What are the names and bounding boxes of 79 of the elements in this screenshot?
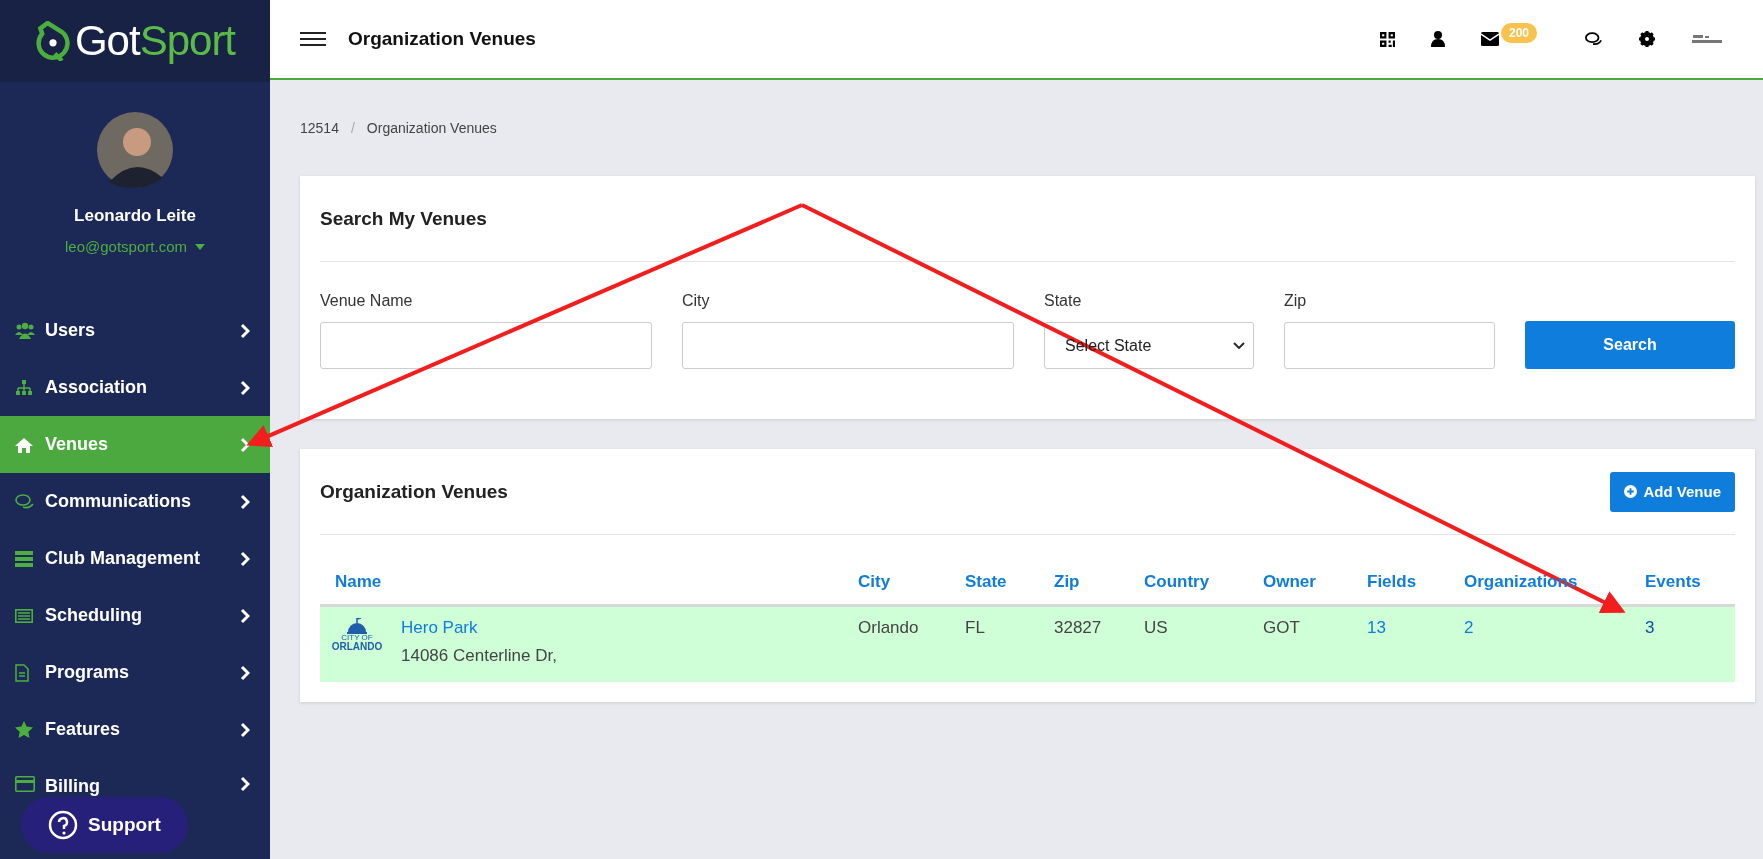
- sidebar-item[interactable]: Club Management: [0, 530, 270, 587]
- field-label: State: [1044, 292, 1083, 310]
- card-title: Organization Venues: [320, 479, 508, 504]
- chevron-right-icon: [240, 322, 250, 339]
- chevron-right-icon: [240, 607, 250, 624]
- caret-icon: [194, 243, 205, 250]
- chevron-right-icon: [240, 664, 250, 681]
- table-row[interactable]: CITY OF ORLANDO Hero Park 14086 Centerline Dr, Orlando FL 32827 US GOT 13 2 3: [320, 607, 1735, 682]
- table-cell-text: GOT: [1263, 618, 1301, 639]
- user-email-dropdown[interactable]: leo@gotsport.com: [65, 238, 205, 255]
- users-icon: [15, 321, 35, 340]
- sidebar-item[interactable]: Billing: [0, 758, 270, 797]
- sidebar-item[interactable]: Users: [0, 302, 270, 359]
- chevron-right-icon: [240, 379, 250, 396]
- events-link[interactable]: 3: [1645, 618, 1735, 682]
- chat-icon[interactable]: [1585, 31, 1603, 47]
- list-icon: [15, 608, 33, 623]
- caret-icon: [1233, 341, 1245, 350]
- user-icon[interactable]: [1430, 31, 1445, 47]
- field-label: Venue Name: [320, 292, 414, 310]
- input-field[interactable]: [320, 322, 652, 369]
- mail-icon[interactable]: [1480, 32, 1499, 46]
- breadcrumb-separator: /: [350, 120, 355, 136]
- breadcrumb-current: Organization Venues: [366, 120, 497, 136]
- sidebar-item[interactable]: Venues: [0, 416, 270, 473]
- sidebar-item[interactable]: Association: [0, 359, 270, 416]
- chat-icon: [15, 492, 35, 511]
- hierarchy-icon: [15, 379, 33, 396]
- chevron-right-icon: [240, 436, 250, 453]
- card-title: Search My Venues: [320, 206, 488, 231]
- column-header[interactable]: Owner: [1263, 572, 1367, 592]
- plus-circle-icon: [1624, 485, 1638, 498]
- support-button[interactable]: Support: [21, 797, 188, 853]
- user-name: Leonardo Leite: [74, 206, 196, 226]
- document-icon: [15, 663, 29, 682]
- brand-logo-icon: [34, 21, 71, 61]
- sidebar-item[interactable]: Communications: [0, 473, 270, 530]
- input-field[interactable]: [1284, 322, 1495, 369]
- column-header[interactable]: Country: [1144, 572, 1263, 592]
- table-cell-text: 32827: [1054, 618, 1103, 639]
- page-title: Organization Venues: [348, 28, 537, 50]
- table-cell-text: Orlando: [858, 618, 920, 639]
- field-label: City: [682, 292, 711, 310]
- chevron-right-icon: [240, 776, 250, 792]
- fields-link[interactable]: 13: [1367, 618, 1464, 682]
- sidebar-item[interactable]: Programs: [0, 644, 270, 701]
- column-header[interactable]: Events: [1645, 572, 1735, 592]
- sidebar-item[interactable]: Features: [0, 701, 270, 758]
- column-header[interactable]: Zip: [1054, 572, 1144, 592]
- search-button[interactable]: Search: [1525, 321, 1735, 369]
- chevron-right-icon: [240, 550, 250, 567]
- organization-logo-icon[interactable]: [1691, 33, 1723, 45]
- organizations-link[interactable]: 2: [1464, 618, 1645, 682]
- table-cell-text: US: [1144, 618, 1169, 639]
- brand-logo-text: GotSport: [74, 17, 236, 65]
- venue-address: 14086 Centerline Dr,: [401, 646, 557, 666]
- help-icon: [48, 810, 79, 840]
- qr-code-icon[interactable]: [1379, 31, 1395, 47]
- settings-icon[interactable]: [1639, 31, 1655, 47]
- menu-icon[interactable]: [300, 32, 326, 46]
- column-header[interactable]: Name: [335, 572, 858, 592]
- column-header[interactable]: State: [965, 572, 1054, 592]
- column-header[interactable]: Fields: [1367, 572, 1464, 592]
- input-field[interactable]: [682, 322, 1014, 369]
- credit-card-icon: [15, 776, 35, 792]
- sidebar-item[interactable]: Scheduling: [0, 587, 270, 644]
- column-header[interactable]: City: [858, 572, 965, 592]
- home-icon: [15, 436, 33, 453]
- chevron-right-icon: [240, 721, 250, 738]
- field-label: Zip: [1284, 292, 1308, 310]
- city-logo: CITY OF ORLANDO: [331, 618, 383, 682]
- server-icon: [15, 550, 33, 567]
- add-venue-button[interactable]: Add Venue: [1610, 471, 1735, 512]
- chevron-right-icon: [240, 493, 250, 510]
- venue-name-link[interactable]: Hero Park: [401, 618, 557, 638]
- notification-badge: 200: [1500, 23, 1537, 43]
- star-icon: [15, 721, 33, 738]
- table-cell-text: FL: [965, 618, 986, 639]
- breadcrumb-link[interactable]: 12514: [300, 120, 339, 136]
